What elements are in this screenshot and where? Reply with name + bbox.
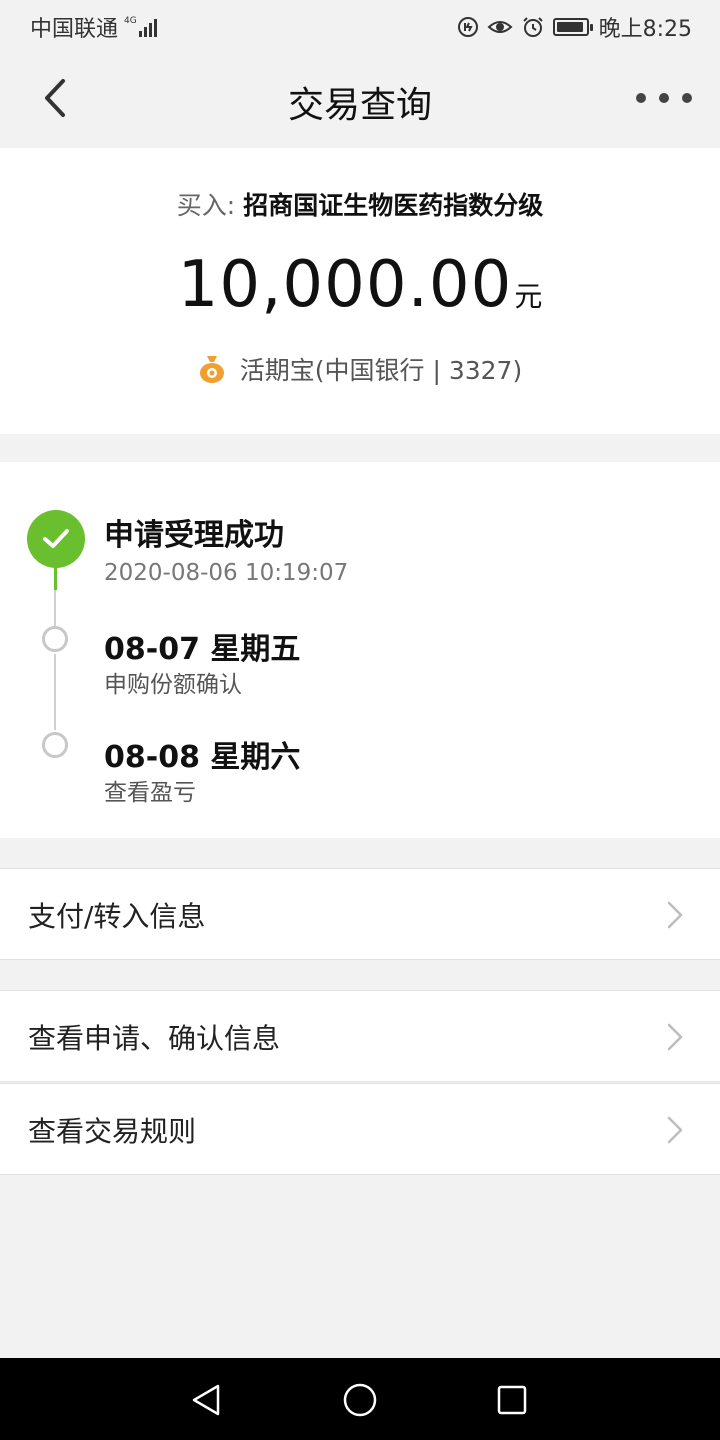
money-bag-icon bbox=[199, 356, 224, 383]
network-type-label: 4G bbox=[124, 16, 137, 26]
amount-unit: 元 bbox=[514, 280, 543, 313]
check-circle-icon bbox=[27, 510, 85, 568]
step-2-title: 08-07 星期五 bbox=[104, 632, 301, 667]
more-button[interactable] bbox=[636, 80, 692, 116]
system-back-button[interactable] bbox=[186, 1380, 226, 1420]
progress-timeline: 申请受理成功 2020-08-06 10:19:07 08-07 星期五 申购份… bbox=[0, 462, 720, 838]
step-1-subtitle: 2020-08-06 10:19:07 bbox=[104, 560, 349, 586]
step-1-title: 申请受理成功 bbox=[104, 518, 284, 553]
status-bar: 中国联通 4G 晚上8:25 bbox=[0, 0, 720, 50]
order-summary-card: 买入: 招商国证生物医药指数分级 10,000.00元 活期宝(中国银行 | 3… bbox=[0, 148, 720, 434]
account-label: 活期宝(中国银行 | 3327) bbox=[239, 356, 523, 385]
status-left: 中国联通 4G bbox=[30, 11, 159, 43]
system-nav-bar bbox=[0, 1358, 720, 1440]
step-3-subtitle: 查看盈亏 bbox=[104, 780, 196, 806]
data-saver-icon bbox=[457, 16, 479, 38]
row-label: 查看交易规则 bbox=[28, 1115, 197, 1148]
fund-name: 招商国证生物医药指数分级 bbox=[243, 191, 544, 220]
system-home-button[interactable] bbox=[340, 1380, 380, 1420]
chevron-right-icon bbox=[667, 1023, 683, 1051]
status-time: 晚上8:25 bbox=[598, 17, 692, 42]
chevron-right-icon bbox=[667, 1116, 683, 1144]
buy-prefix: 买入: bbox=[176, 191, 236, 220]
row-label: 查看申请、确认信息 bbox=[28, 1022, 281, 1055]
nav-bar: 交易查询 bbox=[0, 50, 720, 146]
battery-icon bbox=[552, 18, 593, 36]
amount-line: 10,000.00元 bbox=[0, 248, 720, 322]
timeline-connector bbox=[54, 654, 56, 730]
status-right: 晚上8:25 bbox=[457, 11, 692, 43]
square-recents-icon bbox=[497, 1385, 527, 1415]
step-3-title: 08-08 星期六 bbox=[104, 740, 301, 775]
amount-value: 10,000.00 bbox=[177, 248, 513, 322]
step-2-subtitle: 申购份额确认 bbox=[104, 672, 242, 698]
application-confirm-info-row[interactable]: 查看申请、确认信息 bbox=[0, 990, 720, 1082]
page-title: 交易查询 bbox=[287, 85, 432, 126]
chevron-right-icon bbox=[667, 901, 683, 929]
alarm-icon bbox=[521, 15, 545, 39]
buy-line: 买入: 招商国证生物医药指数分级 bbox=[0, 186, 720, 222]
eye-comfort-icon bbox=[487, 17, 513, 37]
more-dots-icon bbox=[636, 93, 646, 103]
payment-account: 活期宝(中国银行 | 3327) bbox=[0, 351, 720, 387]
payment-info-row[interactable]: 支付/转入信息 bbox=[0, 868, 720, 960]
trade-rules-row[interactable]: 查看交易规则 bbox=[0, 1083, 720, 1175]
carrier-label: 中国联通 bbox=[30, 17, 119, 42]
system-recents-button[interactable] bbox=[492, 1380, 532, 1420]
circle-home-icon bbox=[343, 1383, 377, 1417]
step-3-dot-icon bbox=[42, 732, 68, 758]
step-2-dot-icon bbox=[42, 626, 68, 652]
row-label: 支付/转入信息 bbox=[28, 900, 206, 933]
signal-icon: 4G bbox=[124, 17, 159, 37]
timeline-connector bbox=[54, 590, 56, 626]
triangle-back-icon bbox=[192, 1384, 220, 1416]
